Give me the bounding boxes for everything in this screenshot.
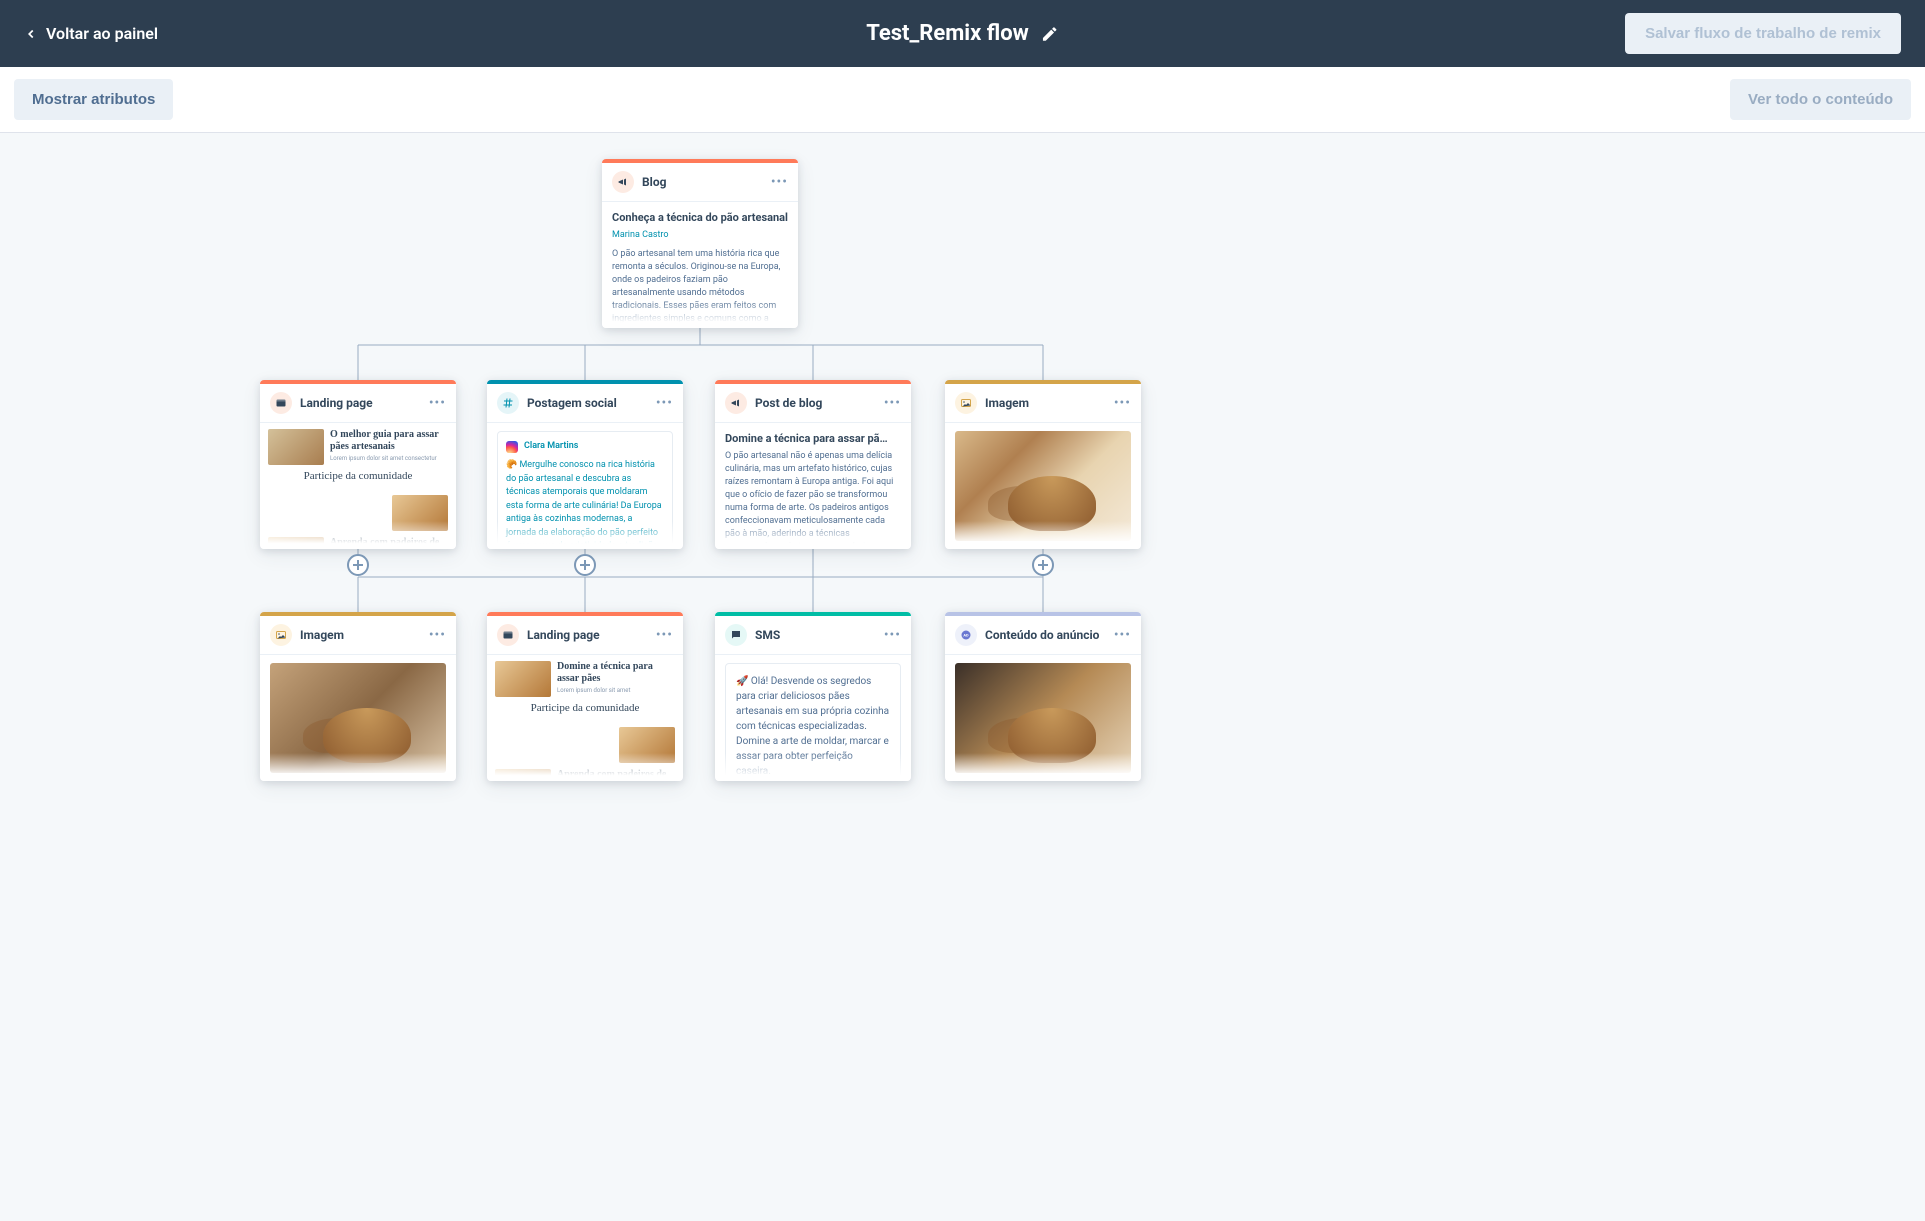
add-node-button[interactable]	[347, 554, 369, 576]
thumbnail-image	[495, 661, 551, 697]
back-to-panel-link[interactable]: Voltar ao painel	[24, 24, 158, 43]
image-icon	[270, 624, 292, 646]
window-icon	[270, 392, 292, 414]
image-icon	[955, 392, 977, 414]
generated-image	[955, 431, 1131, 541]
node-type-label: Imagem	[300, 628, 344, 642]
node-menu-button[interactable]: •••	[884, 395, 901, 411]
back-label: Voltar ao painel	[46, 24, 158, 43]
generated-image	[955, 663, 1131, 773]
thumbnail-image	[268, 537, 324, 549]
thumbnail-image	[268, 429, 324, 465]
node-landing-page[interactable]: Landing page ••• Domine a técnica para a…	[487, 612, 683, 781]
lp-section-title: Aprenda com padeiros de renome mundial	[557, 769, 675, 781]
node-menu-button[interactable]: •••	[771, 174, 788, 190]
window-icon	[497, 624, 519, 646]
thumbnail-image	[619, 727, 675, 763]
node-menu-button[interactable]: •••	[656, 395, 673, 411]
generated-image	[270, 663, 446, 773]
social-text: 🥐 Mergulhe conosco na rica história do p…	[506, 459, 664, 549]
social-author: Clara Martins	[524, 440, 578, 453]
node-type-label: Imagem	[985, 396, 1029, 410]
content-preview: O pão artesanal não é apenas uma delícia…	[725, 450, 901, 549]
node-image[interactable]: Imagem •••	[945, 380, 1141, 549]
thumbnail-image	[392, 495, 448, 531]
flow-title-wrap: Test_Remix flow	[866, 21, 1059, 46]
node-menu-button[interactable]: •••	[1114, 627, 1131, 643]
node-blog-root[interactable]: Blog ••• Conheça a técnica do pão artesa…	[602, 159, 798, 328]
megaphone-icon	[612, 171, 634, 193]
toolbar: Mostrar atributos Ver todo o conteúdo	[0, 67, 1925, 133]
lp-section-title: O melhor guia para assar pães artesanais	[330, 429, 448, 453]
content-author: Marina Castro	[612, 229, 788, 242]
lp-heading: Participe da comunidade	[487, 701, 683, 717]
node-image[interactable]: Imagem •••	[260, 612, 456, 781]
ad-icon: AD	[955, 624, 977, 646]
content-title: Domine a técnica para assar pã…	[725, 431, 901, 447]
node-type-label: Blog	[642, 175, 666, 189]
node-menu-button[interactable]: •••	[884, 627, 901, 643]
node-type-label: Landing page	[527, 628, 600, 642]
edit-icon[interactable]	[1041, 25, 1059, 43]
node-type-label: SMS	[755, 628, 780, 642]
node-type-label: Postagem social	[527, 396, 617, 410]
node-type-label: Conteúdo do anúncio	[985, 628, 1099, 642]
app-header: Voltar ao painel Test_Remix flow Salvar …	[0, 0, 1925, 67]
node-landing-page[interactable]: Landing page ••• O melhor guia para assa…	[260, 380, 456, 549]
sms-preview: 🚀 Olá! Desvende os segredos para criar d…	[725, 663, 901, 781]
node-menu-button[interactable]: •••	[429, 395, 446, 411]
add-node-button[interactable]	[1032, 554, 1054, 576]
flow-canvas[interactable]: Blog ••• Conheça a técnica do pão artesa…	[0, 133, 1925, 893]
content-title: Conheça a técnica do pão artesanal	[612, 210, 788, 226]
view-all-content-button[interactable]: Ver todo o conteúdo	[1730, 79, 1911, 120]
svg-text:AD: AD	[963, 633, 969, 638]
flow-title: Test_Remix flow	[866, 21, 1029, 46]
node-type-label: Post de blog	[755, 396, 822, 410]
chat-icon	[725, 624, 747, 646]
lp-section-title: Domine a técnica para assar pães	[557, 661, 675, 685]
show-attributes-button[interactable]: Mostrar atributos	[14, 79, 173, 120]
node-menu-button[interactable]: •••	[1114, 395, 1131, 411]
save-workflow-button[interactable]: Salvar fluxo de trabalho de remix	[1625, 13, 1901, 54]
node-social-post[interactable]: Postagem social ••• Clara Martins 🥐 Merg…	[487, 380, 683, 549]
node-type-label: Landing page	[300, 396, 373, 410]
lp-section-title: Aprenda com padeiros de renome mundial	[330, 537, 448, 549]
node-sms[interactable]: SMS ••• 🚀 Olá! Desvende os segredos para…	[715, 612, 911, 781]
node-menu-button[interactable]: •••	[429, 627, 446, 643]
node-blog-post[interactable]: Post de blog ••• Domine a técnica para a…	[715, 380, 911, 549]
thumbnail-image	[495, 769, 551, 781]
lp-heading: Participe da comunidade	[260, 469, 456, 485]
hashtag-icon	[497, 392, 519, 414]
chevron-left-icon	[24, 27, 38, 41]
megaphone-icon	[725, 392, 747, 414]
instagram-icon	[506, 441, 518, 453]
add-node-button[interactable]	[574, 554, 596, 576]
node-ad-content[interactable]: AD Conteúdo do anúncio •••	[945, 612, 1141, 781]
node-menu-button[interactable]: •••	[656, 627, 673, 643]
content-preview: O pão artesanal tem uma história rica qu…	[612, 248, 788, 328]
